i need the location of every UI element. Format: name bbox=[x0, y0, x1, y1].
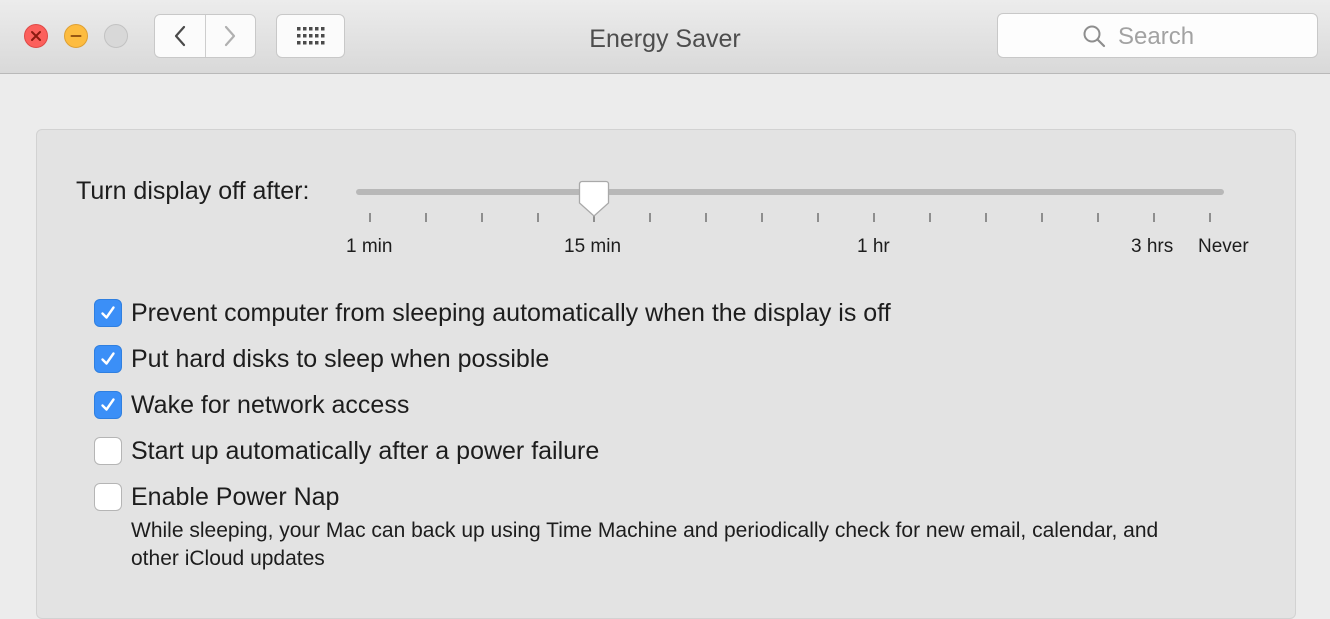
slider-tick bbox=[1041, 213, 1043, 222]
disk-sleep-checkbox[interactable] bbox=[94, 345, 122, 373]
toolbar: Energy Saver Search bbox=[0, 0, 1330, 74]
slider-tick bbox=[1097, 213, 1099, 222]
slider-tick bbox=[873, 213, 875, 222]
slider-tick bbox=[1153, 213, 1155, 222]
checkmark-icon bbox=[101, 306, 115, 319]
power-nap-checkbox[interactable] bbox=[94, 483, 122, 511]
power-nap-description: While sleeping, your Mac can back up usi… bbox=[131, 519, 1159, 570]
slider-tick bbox=[1209, 213, 1211, 222]
slider-tick bbox=[537, 213, 539, 222]
prevent-sleep-checkbox[interactable] bbox=[94, 299, 122, 327]
auto-startup-checkbox[interactable] bbox=[94, 437, 122, 465]
search-placeholder: Search bbox=[1118, 23, 1195, 50]
display-sleep-label: Turn display off after: bbox=[76, 177, 310, 205]
wake-network-label[interactable]: Wake for network access bbox=[131, 390, 409, 420]
slider-tick bbox=[817, 213, 819, 222]
display-sleep-slider-track[interactable] bbox=[356, 189, 1224, 195]
tick-label-1-hr: 1 hr bbox=[857, 236, 890, 257]
slider-tick bbox=[481, 213, 483, 222]
tick-label-3-hrs: 3 hrs bbox=[1131, 236, 1174, 257]
slider-tick bbox=[985, 213, 987, 222]
checkmark-icon bbox=[101, 398, 115, 411]
checkmark-icon bbox=[101, 352, 115, 365]
search-field[interactable]: Search bbox=[997, 13, 1318, 58]
slider-tick bbox=[425, 213, 427, 222]
auto-startup-label[interactable]: Start up automatically after a power fai… bbox=[131, 436, 599, 466]
search-icon bbox=[1083, 25, 1106, 48]
power-nap-label[interactable]: Enable Power Nap bbox=[131, 482, 339, 512]
display-sleep-slider-thumb[interactable] bbox=[578, 180, 610, 218]
slider-tick bbox=[369, 213, 371, 222]
slider-tick bbox=[761, 213, 763, 222]
tick-label-15-min: 15 min bbox=[564, 236, 622, 257]
tick-label-never: Never bbox=[1198, 236, 1249, 257]
slider-tick bbox=[929, 213, 931, 222]
slider-tick bbox=[649, 213, 651, 222]
disk-sleep-label[interactable]: Put hard disks to sleep when possible bbox=[131, 344, 549, 374]
slider-tick bbox=[705, 213, 707, 222]
tick-label-1-min: 1 min bbox=[346, 236, 393, 257]
prevent-sleep-label[interactable]: Prevent computer from sleeping automatic… bbox=[131, 298, 891, 328]
wake-network-checkbox[interactable] bbox=[94, 391, 122, 419]
